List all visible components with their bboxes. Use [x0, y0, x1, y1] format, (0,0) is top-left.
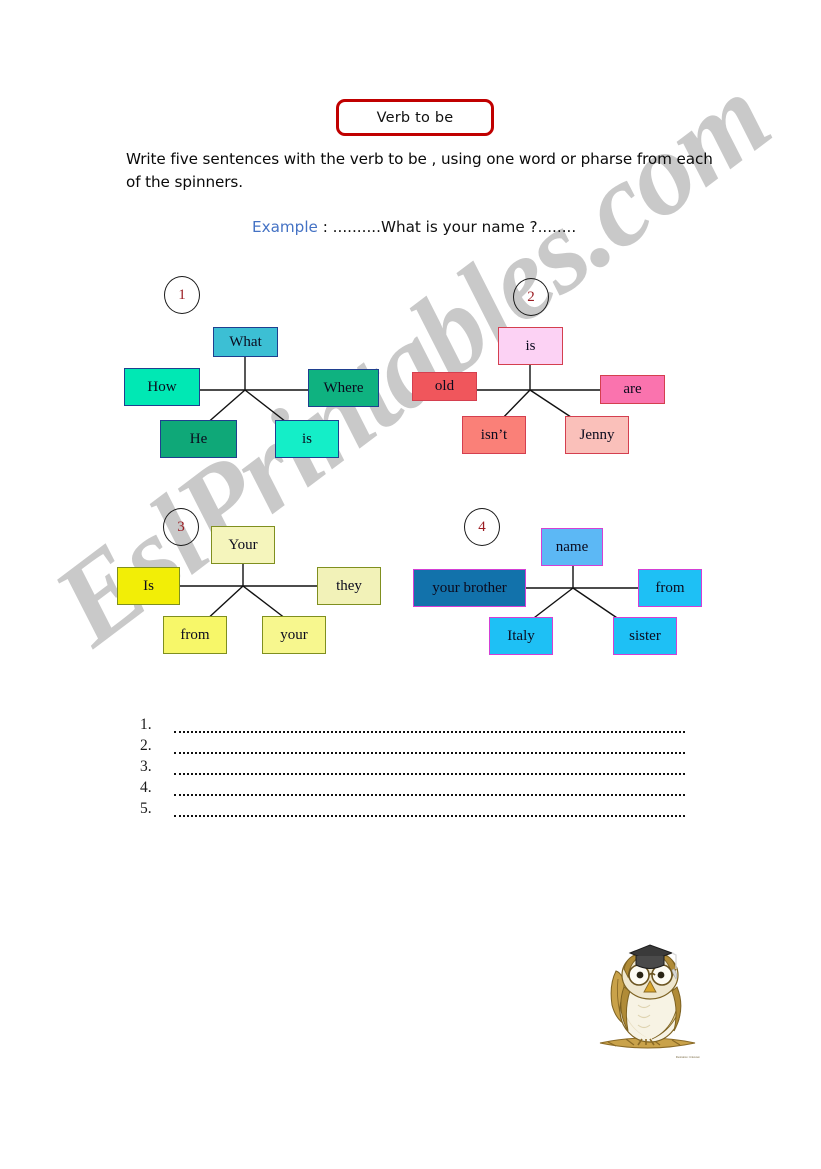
spinner-4-chip-from[interactable]: from: [638, 569, 702, 607]
spinner-4-chip-from-label: from: [655, 579, 685, 596]
answer-line-4[interactable]: 4.: [140, 775, 685, 796]
spinner-1-chip-where[interactable]: Where: [308, 369, 379, 407]
spinner-1-chip-he-label: He: [189, 430, 208, 447]
example-line: Example : ..........What is your name ?.…: [252, 218, 576, 236]
spinner-number-3-text: 3: [177, 518, 185, 535]
spinner-1-chip-how-label: How: [147, 378, 177, 395]
spinner-4-chip-sister[interactable]: sister: [613, 617, 677, 655]
spinner-2-chip-isnt[interactable]: isn’t: [462, 416, 526, 454]
spinner-3-chip-your[interactable]: your: [262, 616, 326, 654]
spinner-2-chip-is-label: is: [525, 337, 536, 354]
spinner-1-chip-where-label: Where: [323, 379, 364, 396]
owl-credit-text: Illustration: Unknown: [675, 1055, 700, 1059]
spinner-4-chip-name[interactable]: name: [541, 528, 603, 566]
spinner-2-chip-isnt-label: isn’t: [480, 426, 508, 443]
spinner-3-chip-your-label: your: [280, 626, 308, 643]
spinner-4-chip-italy[interactable]: Italy: [489, 617, 553, 655]
answer-line-3-number: 3.: [140, 758, 152, 775]
spinner-1-chip-is[interactable]: is: [275, 420, 339, 458]
spinner-number-1-text: 1: [178, 286, 186, 303]
page-title: Verb to be: [336, 99, 494, 136]
answer-line-3[interactable]: 3.: [140, 754, 685, 775]
answer-line-1-number: 1.: [140, 716, 152, 733]
spinner-1-chip-is-label: is: [301, 430, 312, 447]
spinner-2-chip-old-label: old: [434, 378, 455, 394]
spinner-1-chip-what-label: What: [229, 333, 262, 350]
spinner-3-chip-your-cap-label: Your: [228, 536, 258, 553]
answer-line-2-number: 2.: [140, 737, 152, 754]
page-title-text: Verb to be: [376, 109, 454, 126]
spinner-4-chip-your-brother-label: your brother: [432, 579, 507, 596]
spinner-4-chip-italy-label: Italy: [507, 627, 535, 644]
spinner-3-chip-from[interactable]: from: [163, 616, 227, 654]
spinner-4-chip-name-label: name: [555, 538, 589, 555]
answer-line-5-dots[interactable]: [174, 801, 685, 817]
spinner-2-chip-are-label: are: [623, 381, 642, 397]
worksheet-page: EslPrintables.com Verb to be Write five …: [0, 0, 821, 1169]
answer-lines: 1. 2. 3. 4. 5.: [140, 712, 685, 817]
spinner-3-chip-your-cap[interactable]: Your: [211, 526, 275, 564]
spinner-number-4: 4: [464, 508, 500, 546]
answer-line-2-dots[interactable]: [174, 738, 685, 754]
spinner-3-chip-is-label: Is: [143, 577, 154, 594]
answer-line-4-number: 4.: [140, 779, 152, 796]
spinner-3-chip-from-label: from: [180, 626, 210, 643]
spinner-number-1: 1: [164, 276, 200, 314]
spinner-number-2-text: 2: [527, 288, 535, 305]
spinner-3: Your Is they from your: [112, 524, 412, 664]
spinner-2-chip-is[interactable]: is: [498, 327, 563, 365]
spinner-3-chip-is[interactable]: Is: [117, 567, 180, 605]
spinner-2: is old are isn’t Jenny: [408, 320, 708, 460]
example-label: Example: [252, 218, 318, 236]
spinner-4-chip-your-brother[interactable]: your brother: [413, 569, 526, 607]
spinner-2-chip-old[interactable]: old: [412, 372, 477, 401]
answer-line-4-dots[interactable]: [174, 780, 685, 796]
spinner-1-chip-how[interactable]: How: [124, 368, 200, 406]
answer-line-1-dots[interactable]: [174, 717, 685, 733]
spinner-2-chip-jenny-label: Jenny: [579, 426, 615, 443]
owl-illustration: [599, 944, 696, 1049]
answer-line-5-number: 5.: [140, 800, 152, 817]
spinner-1: What How Where He is: [120, 320, 420, 460]
spinner-1-chip-what[interactable]: What: [213, 327, 278, 357]
spinner-4-chip-sister-label: sister: [629, 627, 661, 644]
answer-line-2[interactable]: 2.: [140, 733, 685, 754]
spinner-3-chip-they[interactable]: they: [317, 567, 381, 605]
spinner-3-chip-they-label: they: [336, 577, 362, 594]
example-sentence: : ..........What is your name ?........: [317, 218, 577, 236]
spinner-number-4-text: 4: [478, 518, 486, 535]
spinner-number-3: 3: [163, 508, 199, 546]
owl-icon: Illustration: Unknown: [594, 925, 702, 1060]
answer-line-1[interactable]: 1.: [140, 712, 685, 733]
spinner-2-chip-jenny[interactable]: Jenny: [565, 416, 629, 454]
answer-line-3-dots[interactable]: [174, 759, 685, 775]
spinner-number-2: 2: [513, 278, 549, 316]
spinner-2-chip-are[interactable]: are: [600, 375, 665, 404]
instructions-text: Write five sentences with the verb to be…: [126, 150, 713, 191]
spinner-4: name your brother from Italy sister: [408, 524, 718, 664]
answer-line-5[interactable]: 5.: [140, 796, 685, 817]
spinner-1-chip-he[interactable]: He: [160, 420, 237, 458]
